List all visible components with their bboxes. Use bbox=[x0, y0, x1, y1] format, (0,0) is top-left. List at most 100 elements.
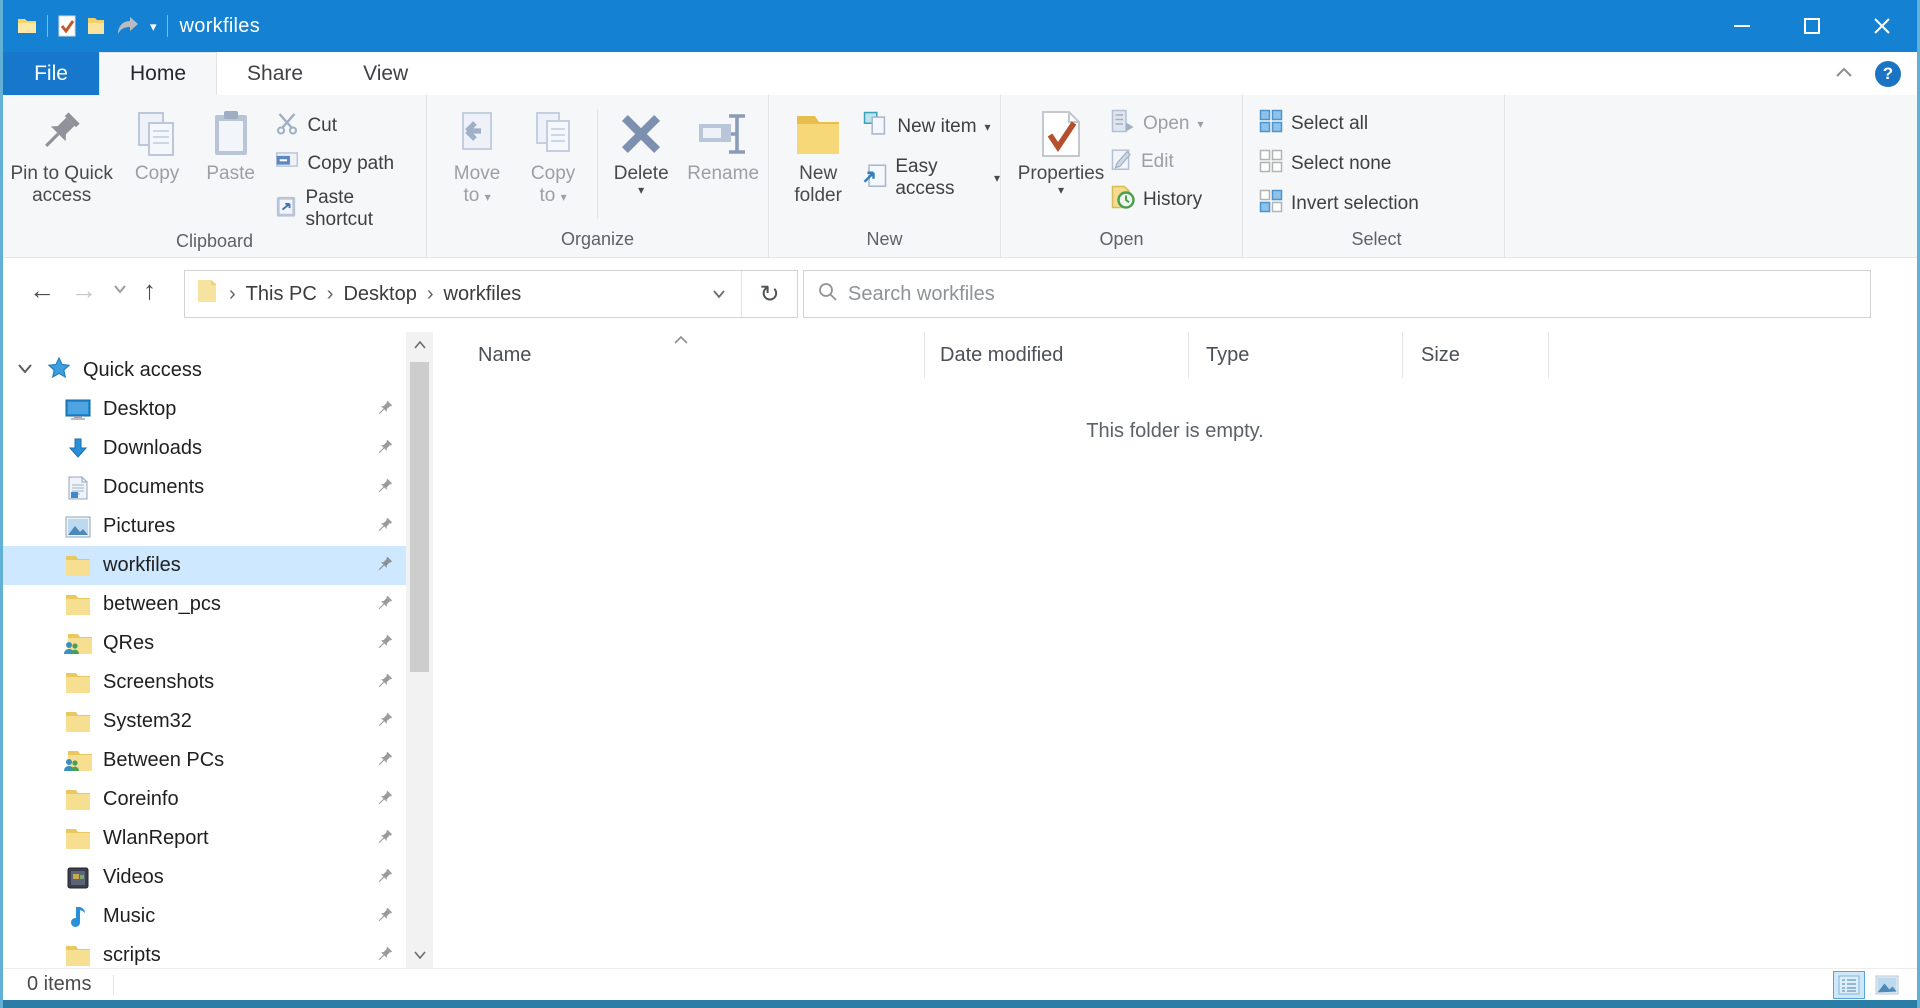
tab-view[interactable]: View bbox=[333, 52, 438, 95]
expand-chevron-icon[interactable] bbox=[17, 361, 33, 379]
pin-icon[interactable] bbox=[376, 634, 394, 657]
maximize-button[interactable] bbox=[1777, 0, 1847, 52]
pin-icon[interactable] bbox=[376, 673, 394, 696]
forward-button[interactable]: → bbox=[71, 277, 97, 303]
pin-icon[interactable] bbox=[376, 595, 394, 618]
sidebar-item-pictures[interactable]: Pictures bbox=[3, 507, 406, 546]
scroll-down-icon[interactable] bbox=[406, 942, 433, 968]
sidebar-item-downloads[interactable]: Downloads bbox=[3, 429, 406, 468]
up-button[interactable]: ↑ bbox=[143, 277, 156, 303]
minimize-button[interactable] bbox=[1707, 0, 1777, 52]
sidebar-item-coreinfo[interactable]: Coreinfo bbox=[3, 780, 406, 819]
sidebar-item-scripts-partial[interactable]: scripts bbox=[3, 936, 406, 968]
copy-button[interactable]: Copy bbox=[120, 101, 194, 185]
pin-icon[interactable] bbox=[376, 517, 394, 540]
tab-share[interactable]: Share bbox=[217, 52, 333, 95]
address-bar[interactable]: › This PC › Desktop › workfiles ↻ bbox=[184, 270, 798, 318]
select-all-button[interactable]: Select all bbox=[1259, 109, 1419, 139]
easy-access-button[interactable]: Easy access ▾ bbox=[863, 156, 1000, 200]
search-icon bbox=[818, 282, 838, 307]
scroll-up-icon[interactable] bbox=[406, 332, 433, 358]
rename-button[interactable]: Rename bbox=[678, 101, 768, 185]
delete-button[interactable]: Delete ▾ bbox=[604, 101, 678, 195]
sidebar-item-documents[interactable]: Documents bbox=[3, 468, 406, 507]
sidebar-item-videos[interactable]: Videos bbox=[3, 858, 406, 897]
pin-icon[interactable] bbox=[376, 556, 394, 579]
sidebar-item-between-pcs-folder[interactable]: between_pcs bbox=[3, 585, 406, 624]
help-icon[interactable]: ? bbox=[1875, 61, 1901, 87]
explorer-folder-icon[interactable] bbox=[17, 17, 37, 35]
pin-icon[interactable] bbox=[376, 946, 394, 968]
column-header-size[interactable]: Size bbox=[1403, 332, 1549, 378]
column-header-date-modified[interactable]: Date modified bbox=[925, 332, 1189, 378]
paste-shortcut-button[interactable]: Paste shortcut bbox=[275, 187, 426, 231]
paste-button[interactable]: Paste bbox=[194, 101, 268, 185]
search-input[interactable] bbox=[848, 283, 1870, 306]
qat-share-icon[interactable] bbox=[116, 16, 140, 36]
sidebar-item-wlanreport[interactable]: WlanReport bbox=[3, 819, 406, 858]
qat-caret-icon[interactable]: ▾ bbox=[150, 20, 157, 33]
breadcrumb-chevron-icon: › bbox=[229, 283, 236, 306]
tab-file[interactable]: File bbox=[3, 52, 99, 95]
address-dropdown-chevron-icon[interactable] bbox=[697, 286, 741, 303]
sidebar-item-screenshots[interactable]: Screenshots bbox=[3, 663, 406, 702]
history-button[interactable]: History bbox=[1111, 185, 1204, 215]
breadcrumb-this-pc[interactable]: This PC bbox=[246, 283, 317, 306]
invert-selection-button[interactable]: Invert selection bbox=[1259, 189, 1419, 219]
copy-path-button[interactable]: Copy path bbox=[275, 150, 426, 178]
qat-new-folder-icon[interactable] bbox=[86, 16, 106, 36]
select-none-button[interactable]: Select none bbox=[1259, 149, 1419, 179]
pictures-icon bbox=[63, 516, 93, 538]
pin-icon[interactable] bbox=[376, 400, 394, 423]
sidebar-item-label: Videos bbox=[103, 866, 164, 889]
pin-to-quick-access-button[interactable]: Pin to Quick access bbox=[3, 101, 120, 207]
sidebar-item-label: Desktop bbox=[103, 398, 176, 421]
new-item-button[interactable]: New item ▾ bbox=[863, 111, 1000, 143]
copy-to-button[interactable]: Copy to ▾ bbox=[515, 101, 591, 207]
folder-icon bbox=[63, 710, 93, 734]
quick-access-star-icon bbox=[47, 356, 71, 385]
large-icons-view-button[interactable] bbox=[1871, 971, 1903, 999]
open-caret-icon: ▾ bbox=[1197, 119, 1203, 129]
properties-button[interactable]: Properties ▾ bbox=[1011, 101, 1111, 195]
qat-properties-icon[interactable] bbox=[58, 15, 76, 37]
back-button[interactable]: ← bbox=[29, 277, 55, 303]
pin-icon[interactable] bbox=[376, 868, 394, 891]
sidebar-item-music[interactable]: Music bbox=[3, 897, 406, 936]
details-view-button[interactable] bbox=[1833, 971, 1865, 999]
sidebar-item-system32[interactable]: System32 bbox=[3, 702, 406, 741]
scrollbar-thumb[interactable] bbox=[410, 362, 429, 672]
pin-icon[interactable] bbox=[376, 907, 394, 930]
tab-home[interactable]: Home bbox=[99, 52, 217, 95]
cut-label: Cut bbox=[307, 115, 337, 137]
search-box[interactable] bbox=[803, 270, 1871, 318]
pin-icon[interactable] bbox=[376, 712, 394, 735]
pin-icon[interactable] bbox=[376, 439, 394, 462]
sidebar-item-desktop[interactable]: Desktop bbox=[3, 390, 406, 429]
minimize-ribbon-icon[interactable] bbox=[1835, 65, 1853, 83]
breadcrumb-current-folder[interactable]: workfiles bbox=[444, 283, 522, 306]
window-title: workfiles bbox=[180, 15, 261, 38]
move-to-button[interactable]: Move to ▾ bbox=[439, 101, 515, 207]
sidebar-scrollbar[interactable] bbox=[406, 332, 433, 968]
column-header-type[interactable]: Type bbox=[1189, 332, 1403, 378]
cut-button[interactable]: Cut bbox=[275, 111, 426, 141]
edit-button[interactable]: Edit bbox=[1111, 147, 1204, 177]
new-folder-button[interactable]: New folder bbox=[777, 101, 859, 207]
qat-separator2 bbox=[167, 15, 168, 37]
refresh-button[interactable]: ↻ bbox=[741, 271, 797, 317]
sidebar-item-qres[interactable]: QRes bbox=[3, 624, 406, 663]
sidebar-item-quick-access[interactable]: Quick access bbox=[3, 350, 406, 390]
sidebar-item-between-pcs-shared[interactable]: Between PCs bbox=[3, 741, 406, 780]
close-button[interactable] bbox=[1847, 0, 1917, 52]
pin-icon[interactable] bbox=[376, 478, 394, 501]
pin-icon[interactable] bbox=[376, 829, 394, 852]
pin-icon[interactable] bbox=[376, 790, 394, 813]
recent-locations-chevron-icon[interactable] bbox=[113, 281, 127, 299]
sidebar-item-label: between_pcs bbox=[103, 593, 221, 616]
breadcrumb-desktop[interactable]: Desktop bbox=[343, 283, 416, 306]
sidebar-item-workfiles[interactable]: workfiles bbox=[3, 546, 406, 585]
open-button[interactable]: Open ▾ bbox=[1111, 109, 1204, 139]
folder-icon bbox=[63, 827, 93, 851]
pin-icon[interactable] bbox=[376, 751, 394, 774]
